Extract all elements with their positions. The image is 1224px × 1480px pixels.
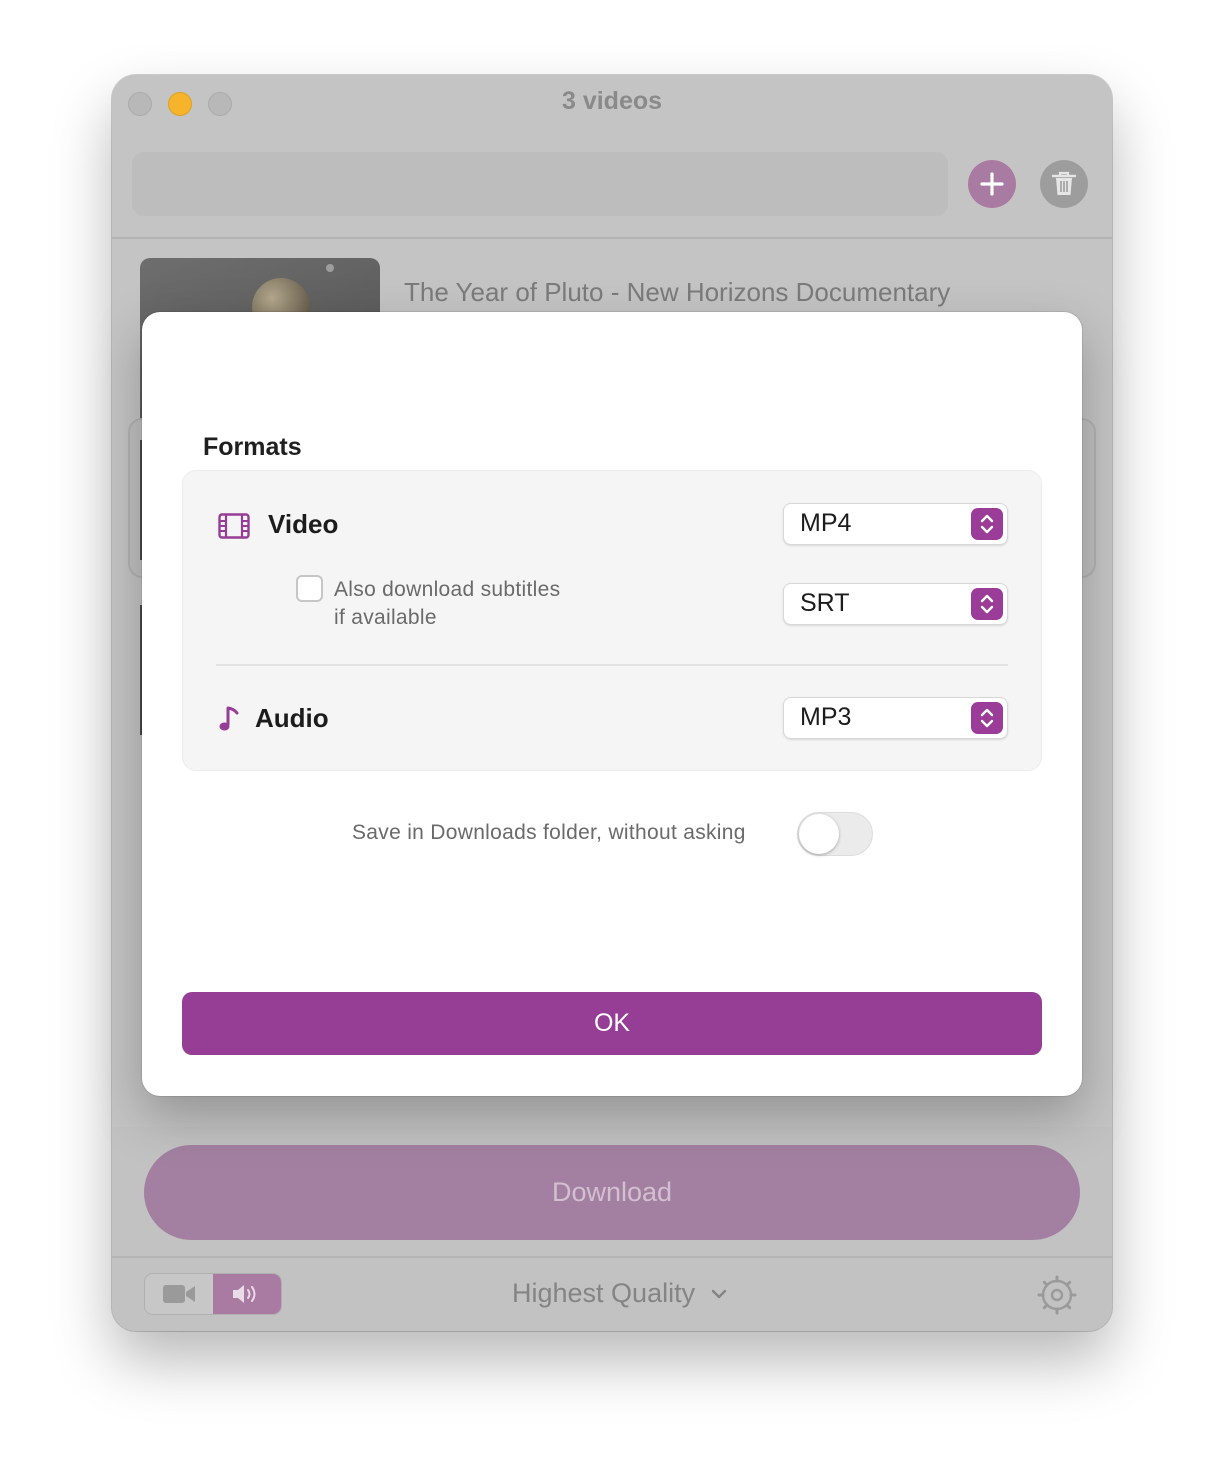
- subtitles-label: Also download subtitles if available: [334, 576, 560, 632]
- subtitles-format-value: SRT: [800, 589, 850, 617]
- window-title: 3 videos: [561, 87, 663, 115]
- film-icon: [218, 513, 250, 539]
- moon-image: [326, 264, 334, 272]
- formats-dialog: Formats Video MP4 Also download subtitle…: [142, 312, 1082, 1096]
- formats-panel: Video MP4 Also download subtitles if ava…: [182, 470, 1042, 771]
- save-in-downloads-label: Save in Downloads folder, without asking: [352, 821, 746, 844]
- subtitles-label-line1: Also download subtitles: [334, 578, 561, 601]
- video-mode-button[interactable]: [145, 1274, 213, 1314]
- download-button[interactable]: Download: [144, 1145, 1080, 1240]
- panel-divider: [216, 664, 1008, 666]
- save-in-downloads-toggle[interactable]: [797, 812, 873, 856]
- quality-label: Highest Quality: [512, 1278, 696, 1308]
- clear-all-button[interactable]: [1040, 160, 1088, 208]
- header-divider: [112, 237, 1112, 239]
- stepper-arrows-icon: [971, 508, 1003, 540]
- video-format-select[interactable]: MP4: [783, 503, 1008, 545]
- add-button[interactable]: [968, 160, 1016, 208]
- speaker-icon: [233, 1285, 256, 1303]
- audio-format-select[interactable]: MP3: [783, 697, 1008, 739]
- chevron-down-icon: [711, 1289, 727, 1298]
- stepper-arrows-icon: [971, 588, 1003, 620]
- video-title: The Year of Pluto - New Horizons Documen…: [404, 277, 951, 307]
- url-input[interactable]: [132, 152, 948, 216]
- mode-segmented-control: [144, 1273, 282, 1315]
- stepper-arrows-icon: [971, 702, 1003, 734]
- music-note-icon: [219, 706, 239, 731]
- video-camera-icon: [163, 1285, 195, 1303]
- plus-icon: [980, 172, 1004, 196]
- video-label: Video: [268, 509, 339, 539]
- audio-format-value: MP3: [800, 703, 852, 731]
- trash-icon: [1051, 171, 1077, 195]
- formats-heading: Formats: [203, 433, 302, 461]
- audio-mode-button[interactable]: [213, 1274, 281, 1314]
- quality-dropdown[interactable]: Highest Quality: [512, 1278, 727, 1309]
- ok-button[interactable]: OK: [182, 992, 1042, 1055]
- toggle-knob: [799, 814, 839, 854]
- video-format-value: MP4: [800, 509, 852, 537]
- subtitles-checkbox[interactable]: [296, 575, 323, 602]
- footer-divider: [112, 1256, 1112, 1258]
- title-bar: 3 videos: [112, 75, 1112, 135]
- subtitles-label-line2: if available: [334, 606, 437, 629]
- subtitles-format-select[interactable]: SRT: [783, 583, 1008, 625]
- audio-label: Audio: [255, 703, 329, 733]
- gear-icon[interactable]: [1037, 1275, 1077, 1315]
